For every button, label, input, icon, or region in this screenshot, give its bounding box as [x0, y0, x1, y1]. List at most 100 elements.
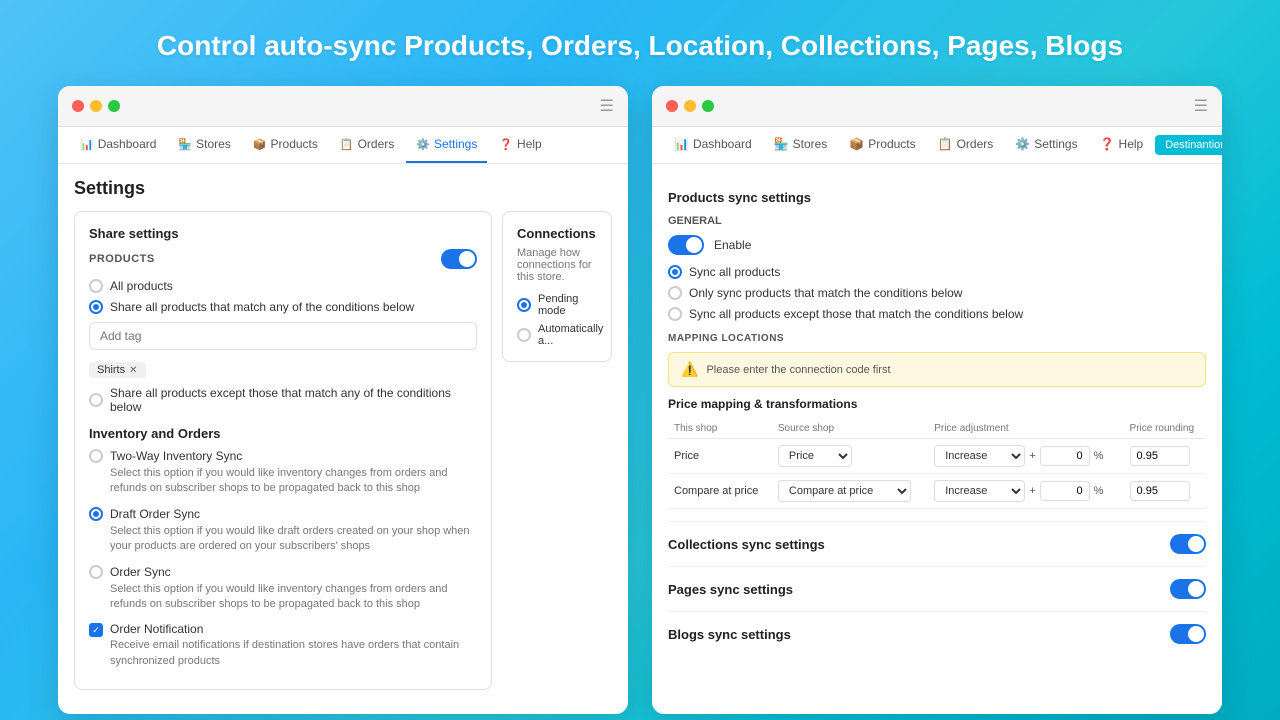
compare-price-this-shop: Compare at price [668, 474, 772, 509]
right-nav-settings[interactable]: ⚙️ Settings [1005, 127, 1087, 163]
nav-label-products: Products [271, 137, 318, 151]
compare-source-select[interactable]: Compare at price [778, 480, 911, 502]
destination-button[interactable]: Destinantion [1155, 135, 1222, 155]
tag-shirts: Shirts ✕ [89, 362, 146, 378]
order-sync-radio[interactable] [89, 565, 103, 579]
right-minimize-button[interactable] [684, 100, 696, 112]
right-traffic-lights [666, 100, 714, 112]
order-notification-desc: Receive email notifications if destinati… [110, 638, 477, 669]
right-hamburger-icon[interactable]: ☰ [1194, 96, 1208, 116]
add-tag-input[interactable] [89, 322, 477, 350]
nav-item-settings[interactable]: ⚙️ Settings [406, 127, 487, 163]
radio-all-products[interactable]: All products [89, 279, 477, 293]
close-button[interactable] [72, 100, 84, 112]
two-way-sync-label: Two-Way Inventory Sync [110, 449, 242, 463]
right-panel-content: Products sync settings General Enable Sy… [652, 164, 1222, 714]
sync-radio-group: Sync all products Only sync products tha… [668, 265, 1206, 321]
compare-adj-type-select[interactable]: Increase [934, 480, 1025, 502]
sync-match-radio[interactable]: Only sync products that match the condit… [668, 286, 1206, 300]
checkmark-icon: ✓ [92, 625, 100, 636]
warning-text: Please enter the connection code first [706, 364, 890, 376]
general-label: General [668, 215, 1206, 227]
price-adj-value[interactable] [1040, 446, 1090, 466]
right-nav-orders[interactable]: 📋 Orders [928, 127, 1004, 163]
order-notification-label: Order Notification [110, 622, 477, 636]
nav-item-orders[interactable]: 📋 Orders [330, 127, 404, 163]
hamburger-icon[interactable]: ☰ [600, 96, 614, 116]
nav-item-products[interactable]: 📦 Products [243, 127, 328, 163]
tag-row: Shirts ✕ [89, 362, 477, 378]
radio-match-conditions[interactable]: Share all products that match any of the… [89, 300, 477, 314]
price-rounding-input[interactable] [1130, 446, 1190, 466]
right-nav-stores[interactable]: 🏪 Stores [764, 127, 838, 163]
maximize-button[interactable] [108, 100, 120, 112]
pct-label-2: % [1094, 485, 1104, 497]
nav-item-stores[interactable]: 🏪 Stores [168, 127, 240, 163]
sync-all-radio[interactable]: Sync all products [668, 265, 1206, 279]
dashboard-icon: 📊 [80, 138, 94, 151]
table-row: Price Price Increase [668, 439, 1206, 474]
connections-desc: Manage how connections for this store. [517, 247, 597, 283]
compare-rounding-input[interactable] [1130, 481, 1190, 501]
draft-order-sync-radio[interactable] [89, 507, 103, 521]
col-source-shop: Source shop [772, 419, 928, 439]
right-nav-dashboard[interactable]: 📊 Dashboard [664, 127, 762, 163]
connections-title: Connections [517, 226, 597, 241]
collections-sync-section: Collections sync settings [668, 522, 1206, 567]
right-nav-help-label: Help [1119, 137, 1144, 151]
minimize-button[interactable] [90, 100, 102, 112]
auto-mode-circle [517, 328, 531, 342]
products-label: PRODUCTS [89, 253, 155, 265]
radio-match-conditions-label: Share all products that match any of the… [110, 300, 414, 314]
two-way-sync-radio[interactable] [89, 449, 103, 463]
compare-adj-value[interactable] [1040, 481, 1090, 501]
order-notification-item: ✓ Order Notification Receive email notif… [89, 622, 477, 669]
inventory-section: Inventory and Orders Two-Way Inventory S… [89, 426, 477, 669]
pages-sync-title: Pages sync settings [668, 582, 793, 597]
products-sync-toggle[interactable] [668, 235, 704, 255]
radio-except-conditions[interactable]: Share all products except those that mat… [89, 386, 477, 414]
col-price-rounding: Price rounding [1124, 419, 1206, 439]
panels-container: ☰ 📊 Dashboard 🏪 Stores 📦 Products 📋 Orde… [40, 86, 1240, 714]
price-mapping-title: Price mapping & transformations [668, 397, 1206, 411]
nav-item-dashboard[interactable]: 📊 Dashboard [70, 127, 166, 163]
products-sync-title: Products sync settings [668, 190, 811, 205]
price-table: This shop Source shop Price adjustment P… [668, 419, 1206, 509]
connections-card: Connections Manage how connections for t… [502, 211, 612, 362]
sync-except-radio[interactable]: Sync all products except those that matc… [668, 307, 1206, 321]
order-notification-checkbox[interactable]: ✓ [89, 623, 103, 637]
products-toggle[interactable] [441, 249, 477, 269]
pages-sync-toggle[interactable] [1170, 579, 1206, 599]
pct-label: % [1094, 450, 1104, 462]
tag-label: Shirts [97, 364, 125, 376]
nav-label-stores: Stores [196, 137, 231, 151]
sync-except-circle [668, 307, 682, 321]
orders-icon: 📋 [340, 138, 354, 151]
right-nav-dashboard-label: Dashboard [693, 137, 752, 151]
price-source-select[interactable]: Price [778, 445, 852, 467]
share-settings-title: Share settings [89, 226, 477, 241]
left-panel: ☰ 📊 Dashboard 🏪 Stores 📦 Products 📋 Orde… [58, 86, 628, 714]
pages-sync-section: Pages sync settings [668, 567, 1206, 612]
price-adj-type-select[interactable]: Increase [934, 445, 1025, 467]
right-nav-help[interactable]: ❓ Help [1090, 127, 1154, 163]
traffic-lights [72, 100, 120, 112]
warning-icon: ⚠️ [681, 361, 698, 378]
right-close-button[interactable] [666, 100, 678, 112]
nav-item-help[interactable]: ❓ Help [489, 127, 551, 163]
nav-label-dashboard: Dashboard [98, 137, 157, 151]
nav-label-orders: Orders [358, 137, 395, 151]
products-icon: 📦 [253, 138, 267, 151]
right-maximize-button[interactable] [702, 100, 714, 112]
blogs-sync-toggle[interactable] [1170, 624, 1206, 644]
blogs-sync-section: Blogs sync settings [668, 612, 1206, 656]
pending-mode-circle [517, 298, 531, 312]
right-help-icon: ❓ [1100, 137, 1115, 151]
tag-remove-icon[interactable]: ✕ [129, 365, 137, 376]
auto-mode-radio[interactable]: Automatically a... [517, 323, 597, 347]
collections-sync-toggle[interactable] [1170, 534, 1206, 554]
right-nav-products[interactable]: 📦 Products [839, 127, 925, 163]
products-radio-group-2: Share all products except those that mat… [89, 386, 477, 414]
pending-mode-radio[interactable]: Pending mode [517, 293, 597, 317]
settings-title: Settings [74, 178, 612, 199]
